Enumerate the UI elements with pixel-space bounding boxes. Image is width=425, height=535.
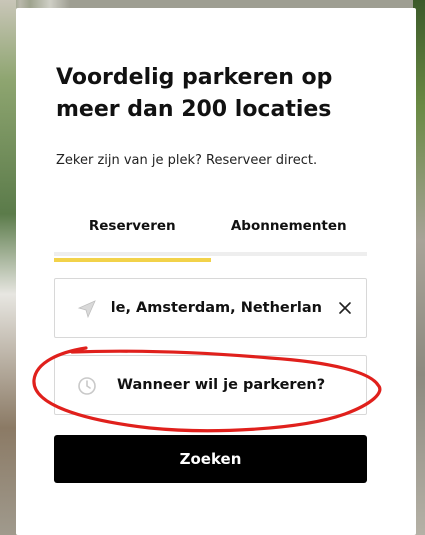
page-title: Voordelig parkeren op meer dan 200 locat… xyxy=(56,65,333,122)
clear-location-button[interactable] xyxy=(334,297,356,319)
tab-reserveren[interactable]: Reserveren xyxy=(54,210,211,252)
location-value[interactable]: le, Amsterdam, Netherlan xyxy=(112,300,322,320)
tab-bar: Reserveren Abonnementen xyxy=(54,210,367,256)
tab-abonnementen[interactable]: Abonnementen xyxy=(211,210,368,252)
close-icon xyxy=(339,302,351,314)
clock-icon xyxy=(77,376,97,396)
navigation-arrow-icon xyxy=(77,299,97,319)
search-card: Voordelig parkeren op meer dan 200 locat… xyxy=(16,8,416,535)
when-to-park-label: Wanneer wil je parkeren? xyxy=(117,377,326,393)
subtitle: Zeker zijn van je plek? Reserveer direct… xyxy=(56,153,318,168)
background-photo-left-edge xyxy=(0,0,16,535)
when-to-park-field[interactable]: Wanneer wil je parkeren? xyxy=(54,355,367,415)
location-input[interactable]: le, Amsterdam, Netherlan xyxy=(54,278,367,338)
search-button[interactable]: Zoeken xyxy=(54,435,367,483)
active-tab-indicator xyxy=(54,258,211,262)
